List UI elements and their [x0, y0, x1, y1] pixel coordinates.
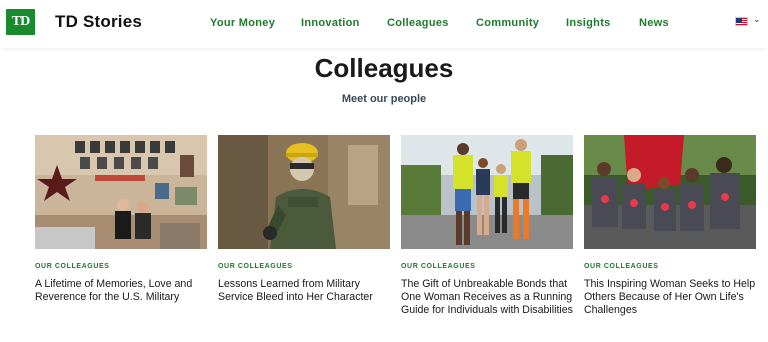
page-subtitle: Meet our people [341, 93, 427, 105]
story-card[interactable]: OUR COLLEAGUES The Gift of Unbreakable B… [401, 135, 573, 317]
category-tag[interactable]: OUR COLLEAGUES [584, 263, 756, 270]
nav-your-money[interactable]: Your Money [210, 17, 275, 29]
story-image[interactable] [218, 135, 390, 249]
site-header: TD TD Stories Your Money Innovation Coll… [0, 0, 768, 48]
category-tag[interactable]: OUR COLLEAGUES [35, 263, 207, 270]
category-tag[interactable]: OUR COLLEAGUES [401, 263, 573, 270]
nav-colleagues[interactable]: Colleagues [387, 17, 449, 29]
story-image[interactable] [35, 135, 207, 249]
nav-news[interactable]: News [639, 17, 669, 29]
story-card[interactable]: OUR COLLEAGUES A Lifetime of Memories, L… [35, 135, 207, 304]
chevron-down-icon[interactable]: ⌄ [753, 14, 761, 25]
story-card[interactable]: OUR COLLEAGUES This Inspiring Woman Seek… [584, 135, 756, 317]
nav-innovation[interactable]: Innovation [301, 17, 360, 29]
nav-insights[interactable]: Insights [566, 17, 611, 29]
page-title: Colleagues [314, 53, 454, 83]
story-image[interactable] [401, 135, 573, 249]
category-tag[interactable]: OUR COLLEAGUES [218, 263, 390, 270]
story-title[interactable]: Lessons Learned from Military Service Bl… [218, 278, 390, 304]
main-nav: Your Money Innovation Colleagues Communi… [0, 17, 768, 31]
story-image[interactable] [584, 135, 756, 249]
story-title[interactable]: The Gift of Unbreakable Bonds that One W… [401, 278, 573, 317]
nav-community[interactable]: Community [476, 17, 539, 29]
story-title[interactable]: A Lifetime of Memories, Love and Reveren… [35, 278, 207, 304]
us-flag-icon[interactable] [735, 17, 748, 26]
story-title[interactable]: This Inspiring Woman Seeks to Help Other… [584, 278, 756, 317]
story-card[interactable]: OUR COLLEAGUES Lessons Learned from Mili… [218, 135, 390, 304]
